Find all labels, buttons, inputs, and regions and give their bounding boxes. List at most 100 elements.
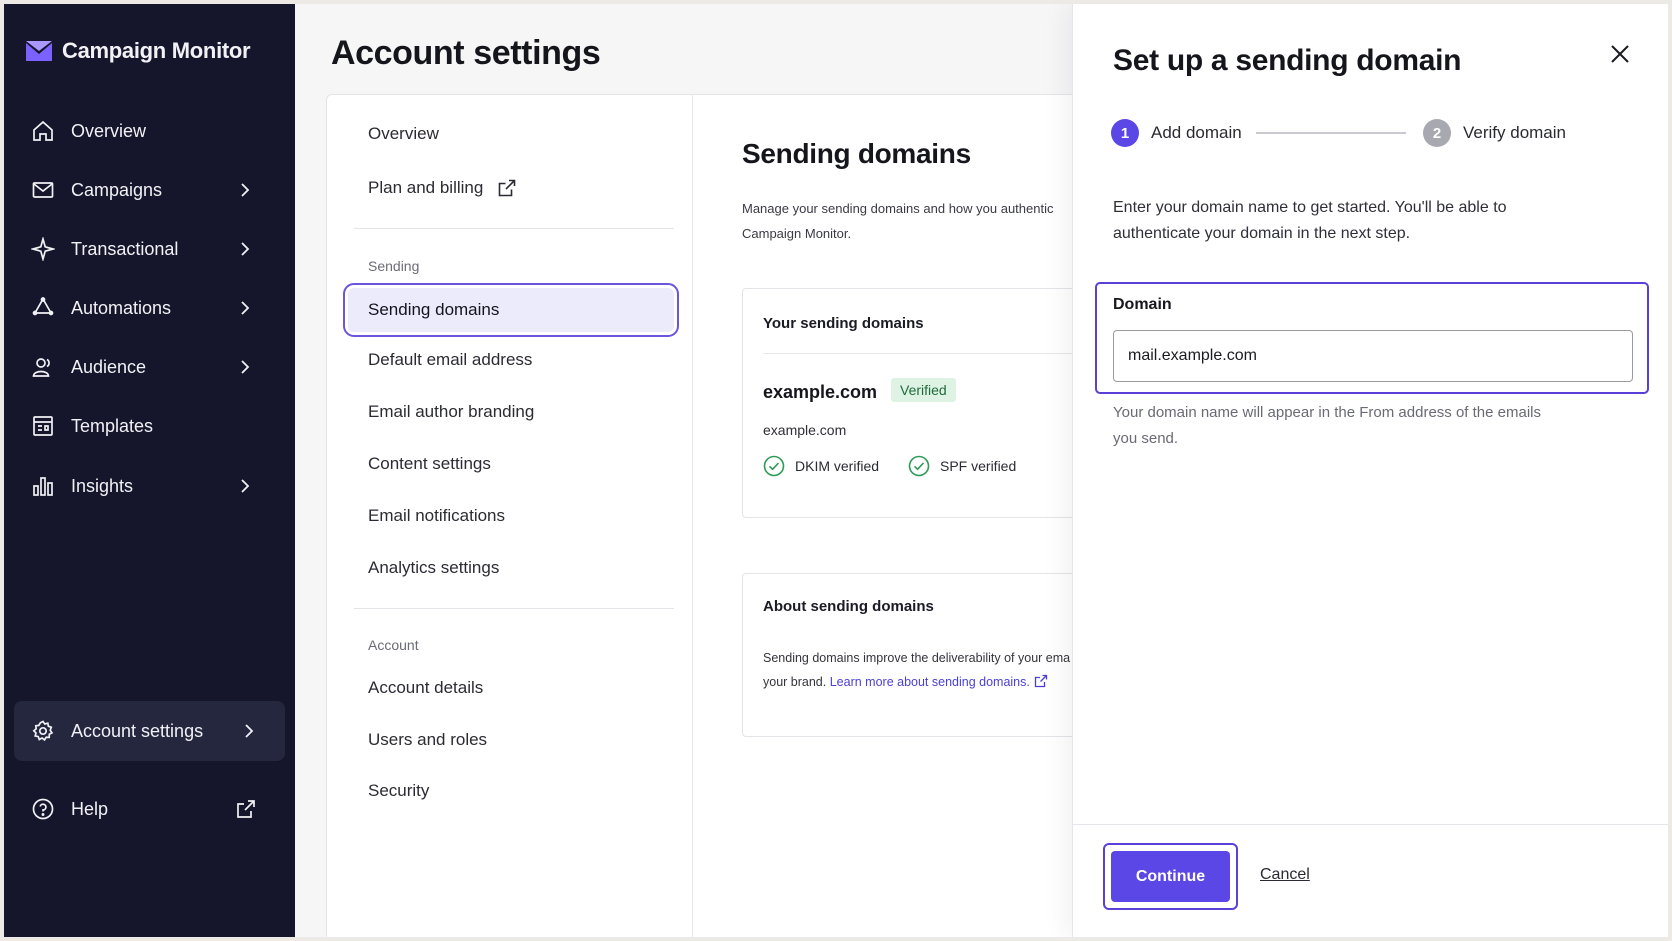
subnav-item-users-and-roles[interactable]: Users and roles: [344, 716, 682, 764]
sidebar-item-label: Help: [71, 798, 109, 819]
sidebar-item-label: Templates: [71, 415, 154, 436]
sidebar-item-campaigns[interactable]: Campaigns: [14, 163, 285, 217]
sidebar-item-label: Insights: [71, 475, 134, 496]
sidebar-item-help[interactable]: Help: [14, 782, 285, 836]
subnav-item-account-details[interactable]: Account details: [344, 664, 682, 712]
users-icon: [30, 354, 56, 380]
step-add-domain: 1 Add domain: [1111, 119, 1242, 147]
subnav-item-overview[interactable]: Overview: [344, 110, 682, 158]
envelope-logo-icon: [26, 41, 52, 61]
step-connector: [1256, 132, 1406, 134]
external-link-icon: [499, 179, 516, 197]
subnav-item-label: Sending domains: [368, 300, 500, 319]
subnav-item-plan-and-billing[interactable]: Plan and billing: [344, 164, 682, 212]
sidebar-item-label: Account settings: [71, 720, 204, 741]
continue-button[interactable]: Continue: [1111, 851, 1230, 902]
bar-chart-icon: [30, 473, 56, 499]
chevron-right-icon: [241, 183, 250, 197]
subnav-divider: [354, 608, 674, 609]
brand-name: Campaign Monitor: [62, 38, 251, 63]
subnav-item-label: Overview: [368, 124, 439, 143]
subnav-heading-sending: Sending: [368, 258, 420, 274]
step-label: Verify domain: [1463, 123, 1566, 142]
panel-intro: Enter your domain name to get started. Y…: [1113, 199, 1507, 242]
subnav-item-label: Default email address: [368, 350, 533, 369]
sidebar-item-overview[interactable]: Overview: [14, 104, 285, 158]
description-line: Manage your sending domains and how you …: [742, 201, 1054, 216]
spf-status: SPF verified: [908, 455, 1016, 477]
step-number: 1: [1111, 119, 1139, 147]
subnav-item-label: Account details: [368, 678, 484, 697]
subnav-item-security[interactable]: Security: [344, 767, 682, 815]
learn-more-link[interactable]: Learn more about sending domains.: [830, 675, 1030, 689]
sidebar-item-label: Overview: [71, 120, 147, 141]
close-icon[interactable]: [1606, 40, 1634, 68]
subnav-item-label: Users and roles: [368, 730, 488, 749]
help-icon: [30, 796, 56, 822]
home-icon: [30, 118, 56, 144]
sidebar-item-label: Automations: [71, 297, 172, 318]
chevron-right-icon: [241, 301, 250, 315]
chevron-right-icon: [241, 242, 250, 256]
sidebar-item-label: Audience: [71, 356, 147, 377]
check-circle-icon: [763, 455, 785, 477]
panel-title: Set up a sending domain: [1113, 44, 1462, 77]
sidebar-item-insights[interactable]: Insights: [14, 459, 285, 513]
chevron-right-icon: [241, 360, 250, 374]
external-link-icon: [237, 800, 255, 818]
subnav-item-content-settings[interactable]: Content settings: [344, 440, 682, 488]
check-label: SPF verified: [940, 458, 1017, 474]
automation-icon: [30, 295, 56, 321]
subnav-item-default-email-address[interactable]: Default email address: [344, 336, 682, 384]
step-verify-domain: 2 Verify domain: [1423, 119, 1566, 147]
setup-domain-panel: Set up a sending domain 1 Add domain 2 V…: [1073, 4, 1668, 937]
sidebar-item-automations[interactable]: Automations: [14, 281, 285, 335]
subnav-item-label: Email notifications: [368, 506, 506, 525]
panel-footer-divider: [1073, 824, 1668, 825]
card-title: About sending domains: [763, 598, 934, 615]
domain-field-label: Domain: [1113, 296, 1172, 313]
settings-subnav: Overview Plan and billing Sending Sendin…: [326, 94, 693, 937]
sidebar-item-templates[interactable]: Templates: [14, 399, 285, 453]
subnav-item-label: Email author branding: [368, 402, 535, 421]
subnav-divider: [354, 228, 674, 229]
app-window: Campaign Monitor Overview Campaigns Tran…: [4, 4, 1668, 937]
sidebar-item-label: Campaigns: [71, 179, 163, 200]
subnav-item-analytics-settings[interactable]: Analytics settings: [344, 544, 682, 592]
sidebar: Campaign Monitor Overview Campaigns Tran…: [4, 4, 295, 937]
cancel-link[interactable]: Cancel: [1260, 866, 1310, 884]
subnav-heading-account: Account: [368, 637, 419, 653]
subnav-item-email-author-branding[interactable]: Email author branding: [344, 388, 682, 436]
description-line: Campaign Monitor.: [742, 226, 852, 241]
domain-name[interactable]: example.com: [763, 382, 877, 403]
subnav-item-email-notifications[interactable]: Email notifications: [344, 492, 682, 540]
content-description: Manage your sending domains and how you …: [742, 196, 1082, 246]
template-icon: [30, 413, 56, 439]
sparkle-icon: [30, 236, 56, 262]
card-title: Your sending domains: [763, 315, 924, 332]
check-label: DKIM verified: [795, 458, 880, 474]
brand[interactable]: Campaign Monitor: [26, 38, 251, 64]
content-title: Sending domains: [742, 138, 971, 169]
gear-icon: [30, 718, 56, 744]
subnav-item-label: Plan and billing: [368, 178, 484, 197]
chevron-right-icon: [241, 479, 250, 493]
subnav-item-sending-domains[interactable]: Sending domains: [343, 283, 679, 337]
step-number: 2: [1423, 119, 1451, 147]
dkim-status: DKIM verified: [763, 455, 879, 477]
external-link-icon[interactable]: [1034, 674, 1048, 688]
sidebar-item-account-settings[interactable]: Account settings: [14, 701, 285, 761]
domain-input[interactable]: [1113, 330, 1633, 382]
subnav-item-label: Content settings: [368, 454, 491, 473]
domain-subtext: example.com: [763, 422, 847, 438]
subnav-item-label: Analytics settings: [368, 558, 500, 577]
sidebar-item-audience[interactable]: Audience: [14, 340, 285, 394]
mail-icon: [30, 177, 56, 203]
status-badge: Verified: [891, 378, 956, 402]
sidebar-item-label: Transactional: [71, 238, 179, 259]
sidebar-item-transactional[interactable]: Transactional: [14, 222, 285, 276]
subnav-item-label: Security: [368, 781, 430, 800]
domain-help-text: Your domain name will appear in the From…: [1113, 404, 1541, 447]
step-label: Add domain: [1151, 123, 1242, 142]
domain-field-group: Domain: [1095, 282, 1649, 394]
